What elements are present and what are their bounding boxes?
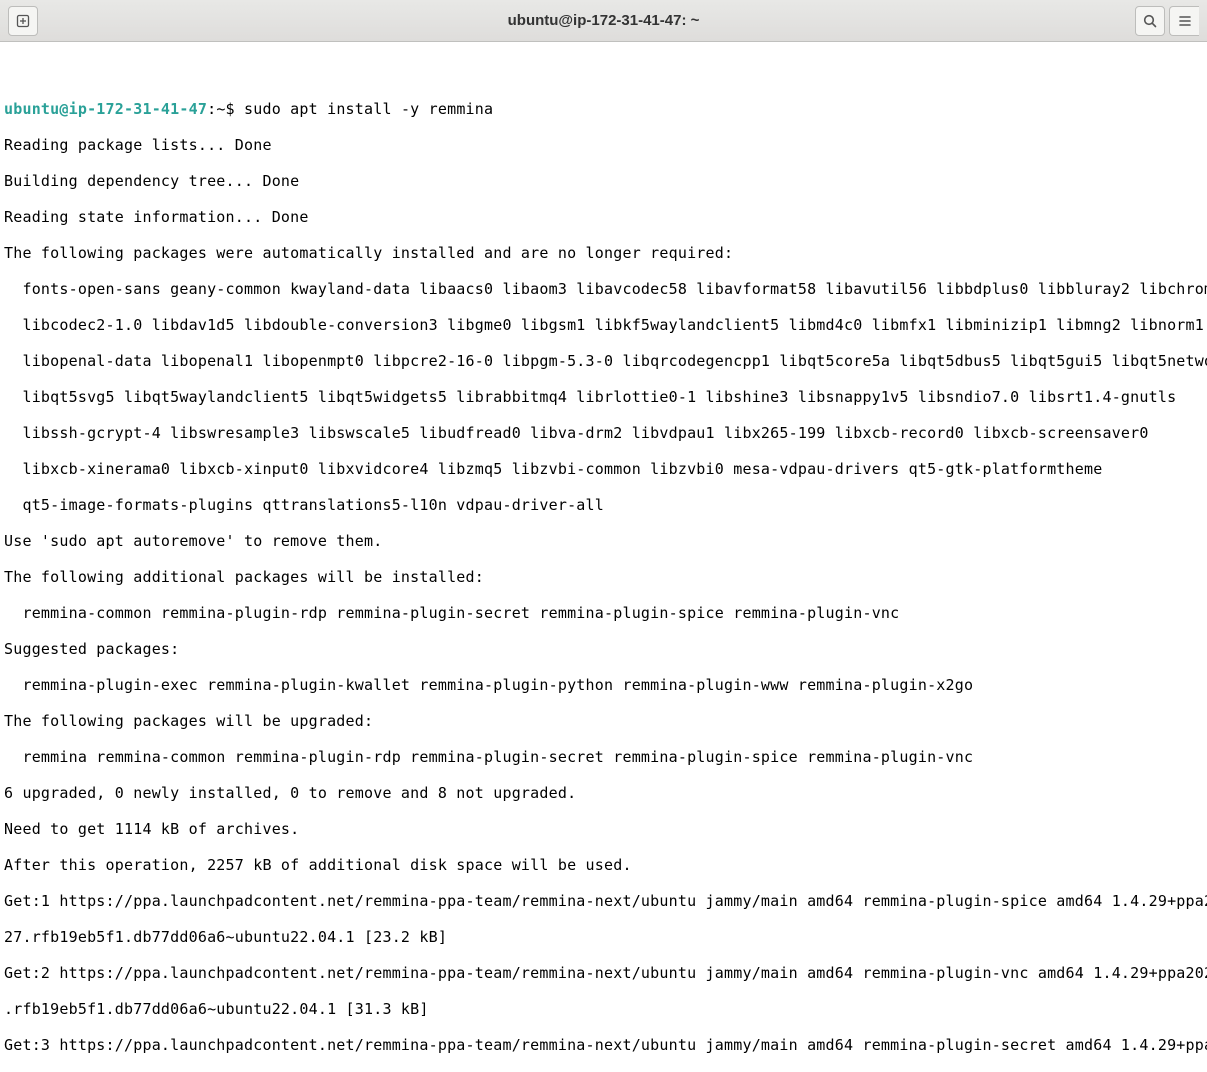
output-line: remmina-plugin-exec remmina-plugin-kwall…: [4, 676, 1203, 694]
menu-icon: [1177, 13, 1193, 29]
window-title: ubuntu@ip-172-31-41-47: ~: [508, 12, 700, 29]
output-line: 6 upgraded, 0 newly installed, 0 to remo…: [4, 784, 1203, 802]
prompt-symbol: $: [226, 100, 235, 118]
output-line: The following packages will be upgraded:: [4, 712, 1203, 730]
output-line: After this operation, 2257 kB of additio…: [4, 856, 1203, 874]
output-line: Get:2 https://ppa.launchpadcontent.net/r…: [4, 964, 1203, 982]
prompt-user-host: ubuntu@ip-172-31-41-47: [4, 100, 207, 118]
output-line: libcodec2-1.0 libdav1d5 libdouble-conver…: [4, 316, 1203, 334]
output-line: Reading state information... Done: [4, 208, 1203, 226]
output-line: remmina remmina-common remmina-plugin-rd…: [4, 748, 1203, 766]
search-button[interactable]: [1135, 6, 1165, 36]
output-line: Get:3 https://ppa.launchpadcontent.net/r…: [4, 1036, 1203, 1054]
window-titlebar: ubuntu@ip-172-31-41-47: ~: [0, 0, 1207, 42]
output-line: Get:1 https://ppa.launchpadcontent.net/r…: [4, 892, 1203, 910]
search-icon: [1142, 13, 1158, 29]
new-tab-icon: [15, 13, 31, 29]
terminal-output[interactable]: ubuntu@ip-172-31-41-47:~$ sudo apt insta…: [0, 42, 1207, 1072]
output-line: libqt5svg5 libqt5waylandclient5 libqt5wi…: [4, 388, 1203, 406]
output-line: 27.rfb19eb5f1.db77dd06a6~ubuntu22.04.1 […: [4, 928, 1203, 946]
output-line: Suggested packages:: [4, 640, 1203, 658]
output-line: remmina-common remmina-plugin-rdp remmin…: [4, 604, 1203, 622]
output-line: Building dependency tree... Done: [4, 172, 1203, 190]
output-line: libxcb-xinerama0 libxcb-xinput0 libxvidc…: [4, 460, 1203, 478]
output-line: The following packages were automaticall…: [4, 244, 1203, 262]
menu-button[interactable]: [1169, 6, 1199, 36]
output-line: Use 'sudo apt autoremove' to remove them…: [4, 532, 1203, 550]
output-line: qt5-image-formats-plugins qttranslations…: [4, 496, 1203, 514]
output-line: fonts-open-sans geany-common kwayland-da…: [4, 280, 1203, 298]
titlebar-right: [1133, 6, 1201, 36]
command-text: sudo apt install -y remmina: [244, 100, 493, 118]
output-line: Reading package lists... Done: [4, 136, 1203, 154]
output-line: .rfb19eb5f1.db77dd06a6~ubuntu22.04.1 [31…: [4, 1000, 1203, 1018]
new-tab-button[interactable]: [8, 6, 38, 36]
prompt-separator: :: [207, 100, 216, 118]
output-line: Need to get 1114 kB of archives.: [4, 820, 1203, 838]
output-line: libssh-gcrypt-4 libswresample3 libswscal…: [4, 424, 1203, 442]
output-line: libopenal-data libopenal1 libopenmpt0 li…: [4, 352, 1203, 370]
prompt-line: ubuntu@ip-172-31-41-47:~$ sudo apt insta…: [4, 100, 1203, 118]
prompt-path: ~: [216, 100, 225, 118]
titlebar-left: [6, 6, 40, 36]
output-line: The following additional packages will b…: [4, 568, 1203, 586]
